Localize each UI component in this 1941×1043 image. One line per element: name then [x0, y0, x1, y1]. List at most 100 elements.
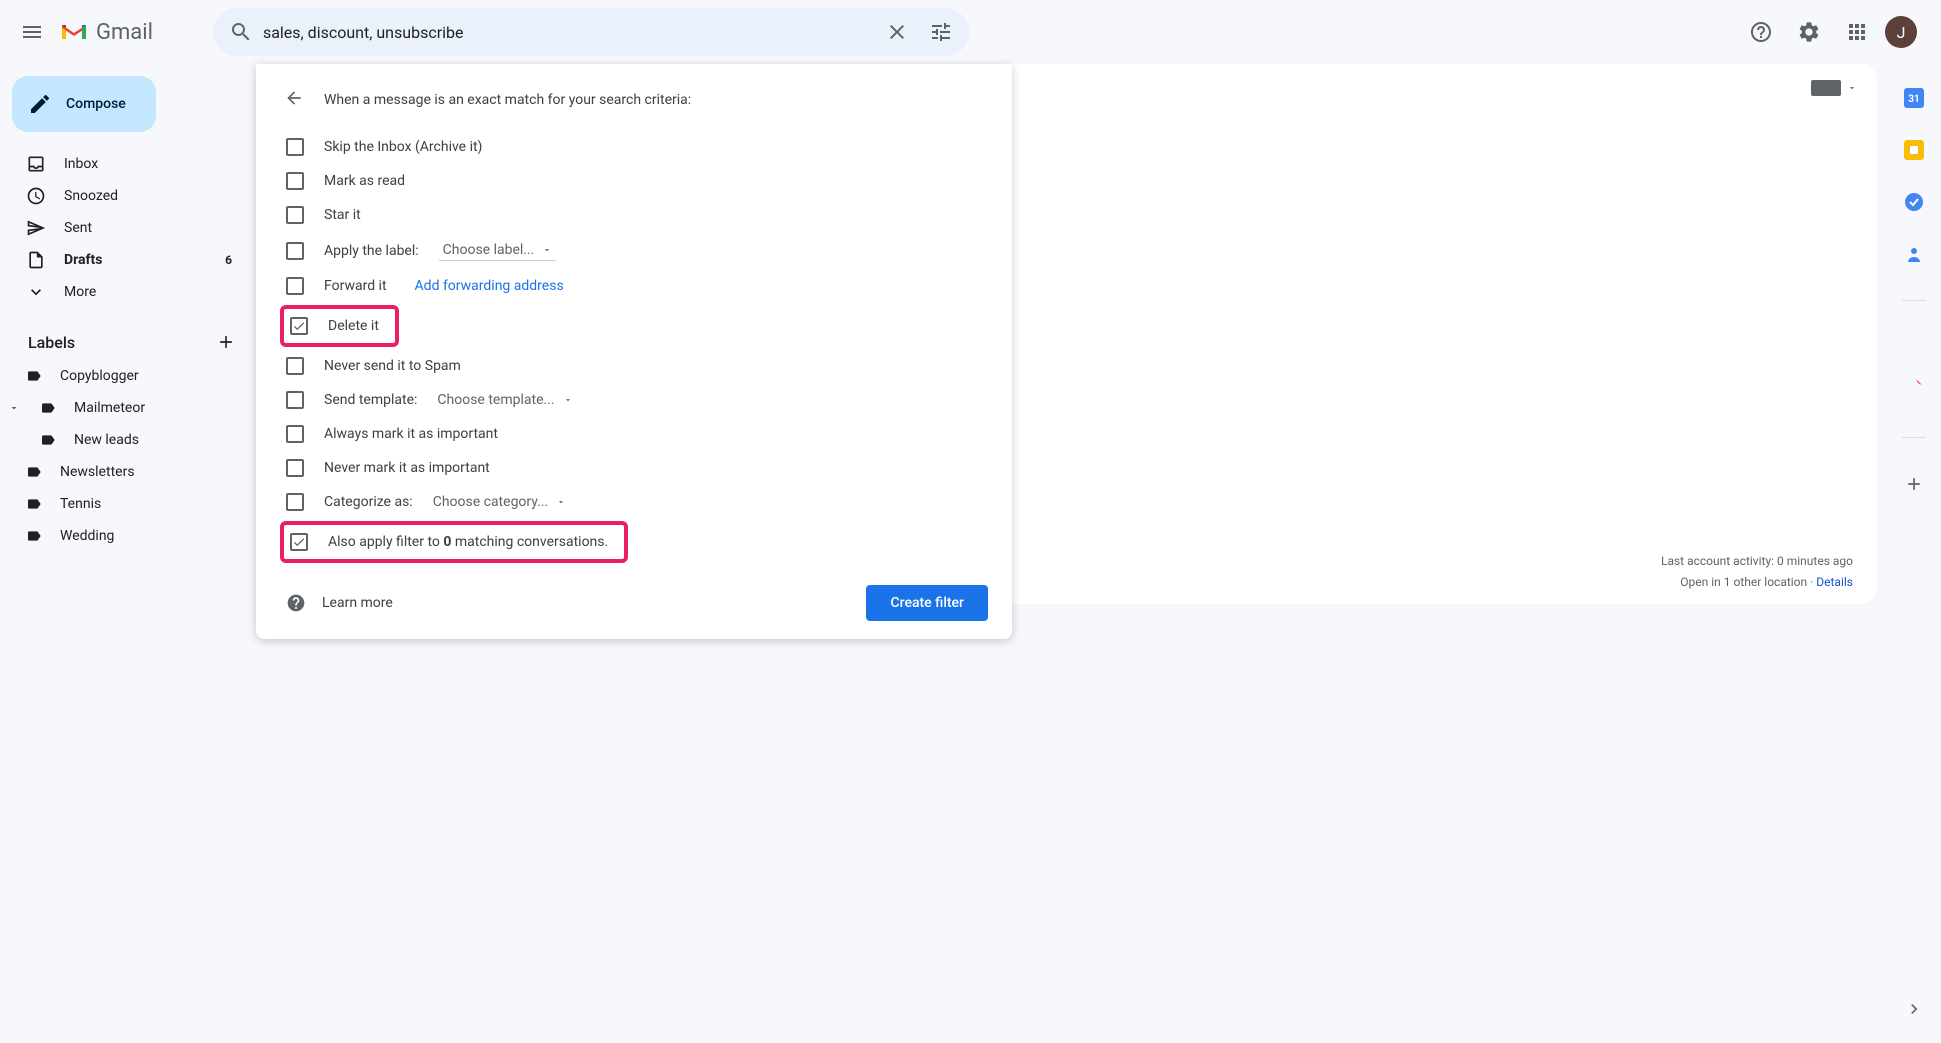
filter-opt-star: Star it	[280, 198, 988, 232]
activity-footer: Last account activity: 0 minutes ago Ope…	[1661, 551, 1853, 592]
label-text: New leads	[74, 432, 139, 448]
filter-opt-mark-read: Mark as read	[280, 164, 988, 198]
learn-more-link[interactable]: Learn more	[286, 593, 393, 613]
arrow-back-icon	[284, 88, 304, 108]
caret-down-icon	[1847, 83, 1857, 93]
caret-down-icon	[542, 245, 552, 255]
clock-icon	[26, 186, 46, 206]
support-button[interactable]	[1741, 12, 1781, 52]
add-forwarding-link[interactable]: Add forwarding address	[415, 278, 564, 294]
nav-label: Inbox	[64, 156, 232, 172]
checkbox-skip-inbox[interactable]	[286, 138, 304, 156]
checkbox-never-important[interactable]	[286, 459, 304, 477]
checkbox-star[interactable]	[286, 206, 304, 224]
filter-opt-always-important: Always mark it as important	[280, 417, 988, 451]
sidebar-item-snoozed[interactable]: Snoozed	[0, 180, 244, 212]
caret-down-icon	[563, 395, 573, 405]
tag-icon	[26, 368, 42, 384]
compose-label: Compose	[66, 96, 126, 112]
label-item-wedding[interactable]: Wedding	[0, 520, 256, 552]
add-label-button[interactable]	[216, 332, 236, 352]
choose-category-dropdown[interactable]: Choose category...	[433, 494, 567, 510]
checkbox-never-spam[interactable]	[286, 357, 304, 375]
label-item-mailmeteor[interactable]: Mailmeteor	[0, 392, 256, 424]
draft-icon	[26, 250, 46, 270]
search-options-button[interactable]	[919, 10, 963, 54]
create-filter-button[interactable]: Create filter	[866, 585, 988, 621]
label-item-copyblogger[interactable]: Copyblogger	[0, 360, 256, 392]
checkbox-also-apply[interactable]	[290, 533, 308, 551]
compose-button[interactable]: Compose	[12, 76, 156, 132]
account-avatar[interactable]: J	[1885, 16, 1917, 48]
search-input[interactable]	[263, 23, 875, 42]
search-button[interactable]	[219, 10, 263, 54]
tag-icon	[40, 432, 56, 448]
filter-opt-skip-inbox: Skip the Inbox (Archive it)	[280, 130, 988, 164]
dropdown-text: Choose label...	[443, 242, 535, 258]
help-icon	[1749, 20, 1773, 44]
caret-down-icon[interactable]	[8, 402, 20, 414]
label-text: Copyblogger	[60, 368, 139, 384]
dropdown-text: Choose template...	[437, 392, 554, 408]
inbox-icon	[26, 154, 46, 174]
checkbox-always-important[interactable]	[286, 425, 304, 443]
tag-icon	[26, 528, 42, 544]
label-text: Newsletters	[60, 464, 135, 480]
nav-label: More	[64, 284, 232, 300]
tune-icon	[929, 20, 953, 44]
opt-label: Always mark it as important	[324, 426, 498, 442]
add-addon-button[interactable]	[1904, 474, 1924, 498]
label-item-tennis[interactable]: Tennis	[0, 488, 256, 520]
close-icon	[885, 20, 909, 44]
checkbox-mark-read[interactable]	[286, 172, 304, 190]
filter-opt-categorize: Categorize as: Choose category...	[280, 485, 988, 519]
opt-label: Never mark it as important	[324, 460, 490, 476]
opt-label: Star it	[324, 207, 361, 223]
clear-search-button[interactable]	[875, 10, 919, 54]
checkbox-send-template[interactable]	[286, 391, 304, 409]
main-menu-button[interactable]	[8, 8, 56, 56]
sidebar-item-drafts[interactable]: Drafts 6	[0, 244, 244, 276]
sidebar-item-sent[interactable]: Sent	[0, 212, 244, 244]
meteor-addon-icon[interactable]	[1904, 377, 1924, 401]
checkbox-apply-label[interactable]	[286, 242, 304, 260]
opt-label: Send template:	[324, 392, 417, 408]
label-text: Wedding	[60, 528, 114, 544]
contacts-app-icon[interactable]	[1904, 244, 1924, 264]
calendar-app-icon[interactable]: 31	[1904, 88, 1924, 108]
apps-button[interactable]	[1837, 12, 1877, 52]
checkbox-forward[interactable]	[286, 277, 304, 295]
sidebar-item-inbox[interactable]: Inbox	[0, 148, 244, 180]
opt-label: Mark as read	[324, 173, 405, 189]
sidebar: Compose Inbox Snoozed Sent Drafts 6 More…	[0, 64, 256, 1043]
keep-app-icon[interactable]	[1904, 140, 1924, 160]
settings-button[interactable]	[1789, 12, 1829, 52]
highlight-box-delete: Delete it	[280, 305, 399, 347]
back-button[interactable]	[280, 84, 308, 116]
tasks-app-icon[interactable]	[1904, 192, 1924, 212]
logo-area[interactable]: Gmail	[60, 20, 153, 45]
opt-label: Skip the Inbox (Archive it)	[324, 139, 482, 155]
rail-separator	[1902, 300, 1926, 301]
opt-label: Apply the label:	[324, 243, 419, 259]
hide-side-panel-button[interactable]	[1904, 999, 1924, 1023]
filter-opt-never-important: Never mark it as important	[280, 451, 988, 485]
choose-label-dropdown[interactable]: Choose label...	[439, 240, 557, 261]
checkbox-categorize[interactable]	[286, 493, 304, 511]
sidebar-item-more[interactable]: More	[0, 276, 244, 308]
filter-panel-header: When a message is an exact match for you…	[280, 84, 988, 116]
nav-label: Sent	[64, 220, 232, 236]
input-tool-selector[interactable]	[1811, 80, 1857, 96]
filter-panel-footer: Learn more Create filter	[280, 585, 988, 621]
svg-text:31: 31	[1908, 94, 1919, 105]
app-name-text: Gmail	[96, 20, 153, 45]
details-link[interactable]: Details	[1816, 575, 1853, 589]
choose-template-dropdown[interactable]: Choose template...	[437, 392, 572, 408]
label-item-new-leads[interactable]: New leads	[0, 424, 256, 456]
header-right: J	[1741, 12, 1933, 52]
filter-opt-send-template: Send template: Choose template...	[280, 383, 988, 417]
pencil-icon	[28, 92, 52, 116]
opt-label: Categorize as:	[324, 494, 413, 510]
label-item-newsletters[interactable]: Newsletters	[0, 456, 256, 488]
checkbox-delete[interactable]	[290, 317, 308, 335]
